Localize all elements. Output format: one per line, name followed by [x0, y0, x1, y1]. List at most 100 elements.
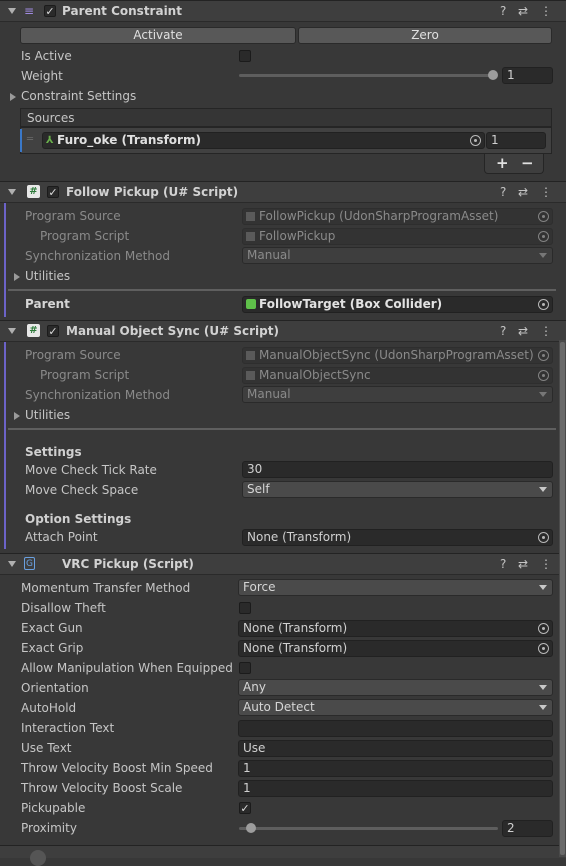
vrc-pickup-header[interactable]: G VRC Pickup (Script) ? ⇄ ⋮ [0, 553, 566, 575]
object-picker-icon [538, 231, 549, 242]
utilities-label[interactable]: Utilities [25, 408, 70, 422]
weight-slider[interactable] [239, 74, 494, 77]
exact-gun-field[interactable]: None (Transform) [238, 620, 553, 637]
script-file-icon [246, 371, 255, 380]
sources-list-header: Sources [20, 108, 552, 127]
exact-gun-label: Exact Gun [21, 621, 83, 635]
parent-constraint-header[interactable]: ≡ ✓ Parent Constraint ? ⇄ ⋮ [0, 0, 566, 22]
utilities-foldout-icon[interactable] [14, 412, 20, 420]
context-menu-icon[interactable]: ⋮ [540, 557, 552, 571]
enable-checkbox[interactable]: ✓ [44, 5, 56, 17]
chevron-down-icon [539, 685, 547, 690]
help-icon[interactable]: ? [500, 557, 506, 571]
activate-button[interactable]: Activate [20, 27, 296, 44]
program-script-label: Program Script [40, 229, 130, 243]
context-menu-icon[interactable]: ⋮ [540, 185, 552, 199]
script-accent-bar [4, 203, 6, 317]
boost-scale-label: Throw Velocity Boost Scale [21, 781, 183, 795]
object-picker-icon [538, 350, 549, 361]
script-icon: G [24, 557, 35, 570]
object-picker-icon [538, 370, 549, 381]
proximity-slider[interactable] [239, 827, 498, 830]
proximity-slider-handle[interactable] [246, 823, 257, 833]
list-footer: + − [484, 154, 544, 174]
source-transform-field[interactable]: ⅄ Furo_oke (Transform) [42, 132, 485, 149]
attach-point-field[interactable]: None (Transform) [242, 529, 553, 546]
drag-handle-icon[interactable]: ═ [27, 134, 33, 145]
tick-rate-field[interactable]: 30 [242, 461, 553, 478]
check-space-dropdown[interactable]: Self [242, 481, 553, 498]
weight-label: Weight [21, 69, 63, 83]
component-title: Follow Pickup (U# Script) [66, 185, 239, 199]
parent-label: Parent [25, 297, 70, 311]
constraint-settings-label[interactable]: Constraint Settings [21, 89, 136, 103]
autohold-value: Auto Detect [243, 700, 315, 714]
autohold-label: AutoHold [21, 701, 77, 715]
exact-grip-field[interactable]: None (Transform) [238, 640, 553, 657]
chevron-down-icon [539, 253, 547, 258]
foldout-arrow-icon[interactable] [8, 561, 16, 567]
pickupable-checkbox[interactable]: ✓ [239, 802, 251, 814]
presets-icon[interactable]: ⇄ [518, 4, 528, 18]
constraint-icon: ≡ [24, 4, 35, 18]
material-icon [30, 850, 46, 866]
zero-button[interactable]: Zero [298, 27, 552, 44]
remove-source-button[interactable]: − [521, 154, 534, 172]
scrollbar-thumb[interactable] [560, 342, 565, 855]
add-source-button[interactable]: + [496, 154, 509, 172]
utilities-foldout-icon[interactable] [14, 273, 20, 281]
object-picker-icon[interactable] [538, 623, 549, 634]
use-text-field[interactable]: Use [238, 740, 553, 757]
follow-pickup-header[interactable]: # ✓ Follow Pickup (U# Script) ? ⇄ ⋮ [0, 181, 566, 203]
autohold-dropdown[interactable]: Auto Detect [238, 699, 553, 716]
program-script-label: Program Script [40, 368, 130, 382]
is-active-checkbox[interactable] [239, 50, 251, 62]
object-picker-icon[interactable] [470, 135, 481, 146]
disallow-theft-checkbox[interactable] [239, 602, 251, 614]
proximity-field[interactable]: 2 [502, 820, 553, 837]
proximity-label: Proximity [21, 821, 77, 835]
weight-field[interactable]: 1 [502, 67, 553, 84]
boost-min-speed-field[interactable]: 1 [238, 760, 553, 777]
asset-icon [246, 212, 255, 221]
enable-checkbox[interactable]: ✓ [47, 325, 59, 337]
object-picker-icon[interactable] [538, 643, 549, 654]
foldout-arrow-icon[interactable] [8, 328, 16, 334]
sync-method-label: Synchronization Method [25, 388, 170, 402]
chevron-down-icon [539, 585, 547, 590]
help-icon[interactable]: ? [500, 4, 506, 18]
presets-icon[interactable]: ⇄ [518, 185, 528, 199]
boost-scale-field[interactable]: 1 [238, 780, 553, 797]
constraint-settings-foldout-icon[interactable] [10, 93, 16, 101]
program-script-value: FollowPickup [259, 229, 336, 243]
csharp-script-icon: # [27, 185, 40, 198]
sync-method-value: Manual [247, 387, 291, 401]
program-script-value: ManualObjectSync [259, 368, 371, 382]
momentum-transfer-dropdown[interactable]: Force [238, 579, 553, 596]
disallow-theft-label: Disallow Theft [21, 601, 106, 615]
presets-icon[interactable]: ⇄ [518, 557, 528, 571]
source-weight-field[interactable]: 1 [486, 132, 546, 149]
next-component-header[interactable] [0, 845, 566, 866]
box-collider-icon [246, 299, 256, 309]
help-icon[interactable]: ? [500, 324, 506, 338]
attach-point-value: None (Transform) [247, 530, 352, 544]
orientation-dropdown[interactable]: Any [238, 679, 553, 696]
help-icon[interactable]: ? [500, 185, 506, 199]
option-settings-heading: Option Settings [25, 512, 132, 526]
context-menu-icon[interactable]: ⋮ [540, 324, 552, 338]
manual-sync-header[interactable]: # ✓ Manual Object Sync (U# Script) ? ⇄ ⋮ [0, 320, 566, 342]
enable-checkbox[interactable]: ✓ [47, 186, 59, 198]
context-menu-icon[interactable]: ⋮ [540, 4, 552, 18]
allow-manipulation-checkbox[interactable] [239, 662, 251, 674]
foldout-arrow-icon[interactable] [8, 189, 16, 195]
parent-field[interactable]: FollowTarget (Box Collider) [242, 296, 553, 313]
foldout-arrow-icon[interactable] [8, 8, 16, 14]
object-picker-icon[interactable] [538, 299, 549, 310]
utilities-label[interactable]: Utilities [25, 269, 70, 283]
object-picker-icon[interactable] [538, 532, 549, 543]
tick-rate-label: Move Check Tick Rate [25, 463, 157, 477]
presets-icon[interactable]: ⇄ [518, 324, 528, 338]
interaction-text-field[interactable] [238, 720, 553, 737]
weight-slider-handle[interactable] [488, 70, 498, 80]
